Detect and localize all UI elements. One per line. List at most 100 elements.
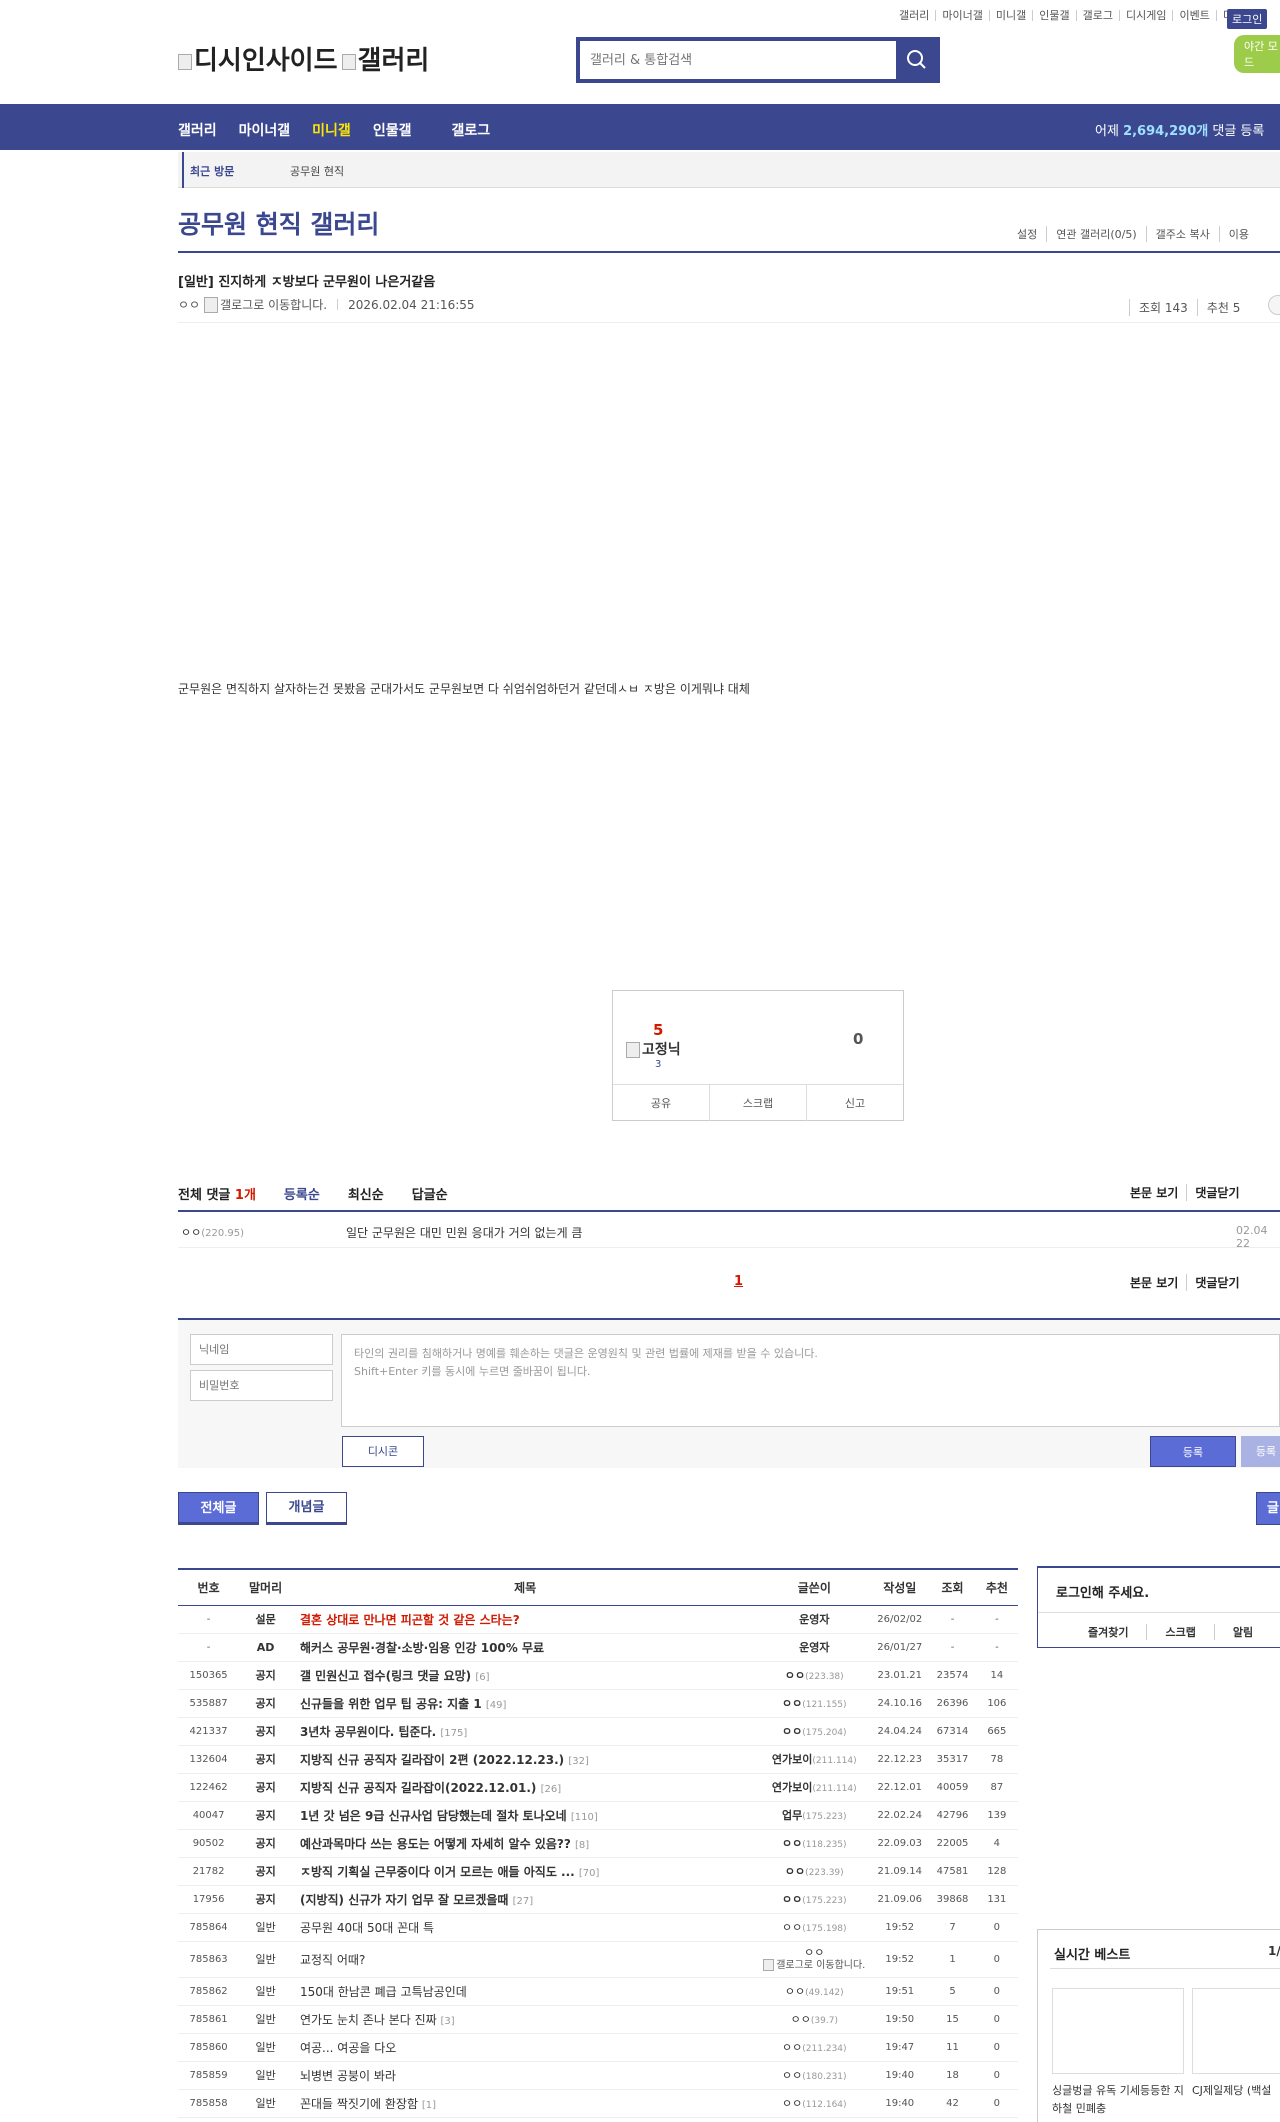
table-row[interactable]: 785863 일반 교정직 어때? ㅇㅇ 갤로그로 이동합니다. 19:52 1 0	[178, 1941, 1018, 1978]
row-title[interactable]: 신규들을 위한 업무 팁 공유: 지출 1 [49]	[291, 1689, 759, 1718]
post-author[interactable]: ㅇㅇ	[178, 296, 200, 313]
util-link-event[interactable]: 이벤트	[1172, 10, 1215, 21]
table-row[interactable]: 132604 공지 지방직 신규 공직자 길라잡이 2편 (2022.12.23.)…	[178, 1745, 1018, 1774]
row-title-text[interactable]: 지방직 신규 공직자 길라잡이(2022.12.01.)	[300, 1781, 536, 1795]
row-writer-name[interactable]: ㅇㅇ	[782, 1837, 802, 1850]
row-title[interactable]: (지방직) 신규가 자기 업무 잘 모르겠을때 [27]	[291, 1885, 759, 1914]
gallog-alt[interactable]: 갤로그로 이동합니다.	[220, 296, 327, 313]
row-title[interactable]: 결혼 상대로 만나면 피곤할 것 같은 스타는?	[291, 1605, 759, 1634]
comment-author[interactable]: ㅇㅇ(220.95)	[181, 1224, 244, 1240]
row-reply-count[interactable]: [8]	[575, 1840, 589, 1851]
row-title[interactable]: 1년 갓 넘은 9급 신규사업 담당했는데 절차 토나오네 [110]	[291, 1801, 759, 1830]
alarm-link[interactable]: 알림	[1213, 1624, 1271, 1640]
table-row[interactable]: - AD 해커스 공무원·경찰·소방·임용 인강 100% 무료 운영자 26/01/…	[178, 1633, 1018, 1662]
best-thumbnail[interactable]	[1192, 1988, 1280, 2074]
row-title-text[interactable]: 갤 민원신고 접수(링크 댓글 요망)	[300, 1669, 471, 1683]
related-gallery-link[interactable]: 연관 갤러리(0/5)	[1046, 226, 1145, 242]
row-title-text[interactable]: 지방직 신규 공직자 길라잡이 2편 (2022.12.23.)	[300, 1753, 564, 1767]
row-title-text[interactable]: 공무원 40대 50대 꼰대 특	[300, 1921, 434, 1935]
table-row[interactable]: 785859 일반 뇌병변 공붕이 봐라 ㅇㅇ(180.231) 19:40 18 0	[178, 2061, 1018, 2090]
row-title[interactable]: 지방직 신규 공직자 길라잡이 2편 (2022.12.23.) [32]	[291, 1745, 759, 1774]
row-title-text[interactable]: 1년 갓 넘은 9급 신규사업 담당했는데 절차 토나오네	[300, 1809, 567, 1823]
row-title[interactable]: 150대 한남콘 폐급 고특남공인데	[291, 1977, 759, 2006]
table-row[interactable]: 785864 일반 공무원 40대 50대 꼰대 특 ㅇㅇ(175.198) 19:5…	[178, 1913, 1018, 1942]
row-title[interactable]: 예산과목마다 쓰는 용도는 어떻게 자세히 알수 있음?? [8]	[291, 1829, 759, 1858]
nav-mini[interactable]: 미니갤	[312, 120, 351, 140]
best-caption[interactable]: 싱글벙글 유독 기세등등한 지하철 민폐충	[1052, 2082, 1184, 2118]
row-title[interactable]: 해커스 공무원·경찰·소방·임용 인강 100% 무료	[291, 1633, 759, 1662]
table-row[interactable]: 122462 공지 지방직 신규 공직자 길라잡이(2022.12.01.) [26…	[178, 1773, 1018, 1802]
row-reply-count[interactable]: [32]	[568, 1756, 589, 1767]
search-button[interactable]	[896, 41, 936, 79]
row-writer-name[interactable]: ㅇㅇ	[782, 1893, 802, 1906]
sort-replies[interactable]: 답글순	[412, 1184, 448, 1203]
table-row[interactable]: 785860 일반 여공... 여공을 다오 ㅇㅇ(211.234) 19:47 11 0	[178, 2033, 1018, 2062]
usage-link[interactable]: 이용	[1218, 226, 1258, 242]
best-caption[interactable]: CJ제일제당 (백설	[1192, 2082, 1280, 2100]
row-title-text[interactable]: 신규들을 위한 업무 팁 공유: 지출 1	[300, 1697, 482, 1711]
row-writer-name[interactable]: ㅇㅇ	[782, 1921, 802, 1934]
util-link-gallery[interactable]: 갤러리	[893, 10, 935, 21]
row-title-text[interactable]: 예산과목마다 쓰는 용도는 어떻게 자세히 알수 있음??	[300, 1837, 571, 1851]
row-writer-name[interactable]: 운영자	[799, 1641, 829, 1654]
recent-visit-item[interactable]: 공무원 현직	[290, 163, 344, 179]
row-writer-name[interactable]: ㅇㅇ	[782, 1697, 802, 1710]
sort-registered[interactable]: 등록순	[284, 1184, 320, 1203]
login-message[interactable]: 로그인해 주세요.	[1056, 1582, 1149, 1601]
row-writer-name[interactable]: ㅇㅇ	[804, 1946, 824, 1959]
row-writer-name[interactable]: ㅇㅇ	[782, 1725, 802, 1738]
submit-button[interactable]: 등록	[1150, 1436, 1236, 1467]
best-thumbnail[interactable]	[1052, 1988, 1184, 2074]
row-title-text[interactable]: (지방직) 신규가 자기 업무 잘 모르겠을때	[300, 1893, 509, 1907]
table-row[interactable]: 21782 공지 ㅈ방직 기획실 근무중이다 이거 모르는 애들 아직도 ... […	[178, 1857, 1018, 1886]
row-title[interactable]: 지방직 신규 공직자 길라잡이(2022.12.01.) [26]	[291, 1773, 759, 1802]
row-reply-count[interactable]: [26]	[541, 1784, 562, 1795]
row-title-text[interactable]: 3년차 공무원이다. 팁준다.	[300, 1725, 436, 1739]
gallog-icon[interactable]	[763, 1958, 775, 1971]
nav-gallog[interactable]: 갤로그	[451, 120, 490, 140]
row-writer-name[interactable]: ㅇㅇ	[782, 2069, 802, 2082]
row-reply-count[interactable]: [110]	[571, 1812, 598, 1823]
row-writer-name[interactable]: 연가보이	[772, 1753, 812, 1766]
row-title-text[interactable]: 뇌병변 공붕이 봐라	[300, 2069, 396, 2083]
close-comments-link[interactable]: 댓글닫기	[1186, 1184, 1247, 1201]
dccon-button[interactable]: 디시콘	[342, 1436, 424, 1467]
view-post-link[interactable]: 본문 보기	[1122, 1184, 1186, 1201]
row-title[interactable]: 꼰대들 짝짓기에 환장함 [1]	[291, 2089, 759, 2118]
gallery-title[interactable]: 공무원 현직 갤러리	[178, 205, 379, 241]
nav-person[interactable]: 인물갤	[373, 120, 412, 140]
view-post-link[interactable]: 본문 보기	[1122, 1274, 1186, 1291]
table-row[interactable]: - 설문 결혼 상대로 만나면 피곤할 것 같은 스타는? 운영자 26/02/02-…	[178, 1605, 1018, 1634]
row-writer-name[interactable]: 업무	[782, 1809, 802, 1822]
password-input[interactable]	[190, 1370, 333, 1401]
util-link-person[interactable]: 인물갤	[1032, 10, 1075, 21]
table-row[interactable]: 785861 일반 연가도 눈치 존나 본다 진짜 [3] ㅇㅇ(39.7) 19:50…	[178, 2005, 1018, 2034]
search-input[interactable]	[580, 41, 896, 79]
row-title[interactable]: 여공... 여공을 다오	[291, 2033, 759, 2062]
write-button[interactable]: 글	[1256, 1492, 1280, 1525]
row-writer-name[interactable]: 운영자	[799, 1613, 829, 1626]
recent-visit-label[interactable]: 최근 방문	[190, 163, 234, 179]
scrap-button[interactable]: 스크랩	[709, 1085, 806, 1121]
site-logo[interactable]: 디시인사이드 갤러리	[178, 40, 429, 77]
row-reply-count[interactable]: [49]	[486, 1700, 507, 1711]
util-link-mini[interactable]: 미니갤	[988, 10, 1032, 21]
favorites-link[interactable]: 즐겨찾기	[1038, 1624, 1146, 1640]
copy-url-link[interactable]: 갤주소 복사	[1145, 226, 1219, 242]
row-title[interactable]: 연가도 눈치 존나 본다 진짜 [3]	[291, 2005, 759, 2034]
all-posts-tab[interactable]: 전체글	[178, 1492, 259, 1525]
util-link-minor[interactable]: 마이너갤	[935, 10, 988, 21]
scrap-link[interactable]: 스크랩	[1146, 1624, 1213, 1640]
close-comments-link[interactable]: 댓글닫기	[1186, 1274, 1247, 1291]
comment-jump-icon[interactable]	[1268, 295, 1280, 315]
row-title[interactable]: ㅈ방직 기획실 근무중이다 이거 모르는 애들 아직도 ... [70]	[291, 1857, 759, 1886]
share-button[interactable]: 공유	[613, 1085, 709, 1121]
row-title-text[interactable]: 150대 한남콘 폐급 고특남공인데	[300, 1985, 467, 1999]
table-row[interactable]: 150365 공지 갤 민원신고 접수(링크 댓글 요망) [6] ㅇㅇ(223.38…	[178, 1661, 1018, 1690]
row-reply-count[interactable]: [70]	[579, 1868, 600, 1879]
table-row[interactable]: 535887 공지 신규들을 위한 업무 팁 공유: 지출 1 [49] ㅇㅇ(121…	[178, 1689, 1018, 1718]
row-title[interactable]: 3년차 공무원이다. 팁준다. [175]	[291, 1717, 759, 1746]
concept-posts-tab[interactable]: 개념글	[266, 1492, 347, 1525]
nav-gallery[interactable]: 갤러리	[178, 120, 217, 140]
report-button[interactable]: 신고	[806, 1085, 903, 1121]
